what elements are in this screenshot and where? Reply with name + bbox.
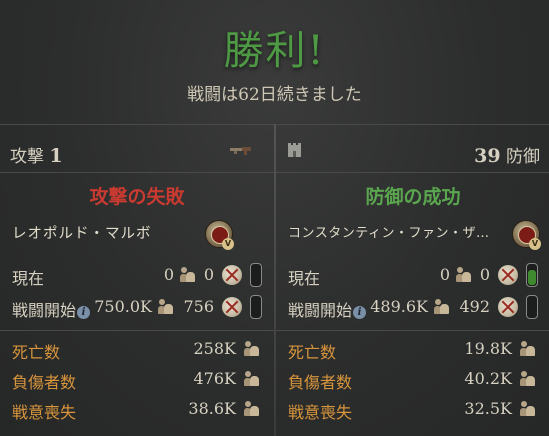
current-label: 現在 xyxy=(288,269,321,288)
defender-header-divider xyxy=(276,172,549,173)
attacker-side-label: 攻撃 xyxy=(10,147,44,167)
defender-current-casualties: 0 xyxy=(479,265,490,284)
info-icon[interactable]: i xyxy=(353,306,367,319)
attacker-start-troops: 750.0K xyxy=(94,297,152,316)
current-label: 現在 xyxy=(12,269,45,288)
battle-start-label: 戦闘開始 xyxy=(12,301,77,320)
stat-value: 40.2K xyxy=(464,369,512,388)
attacker-outcome: 攻撃の失敗 xyxy=(89,186,185,208)
casualties-icon xyxy=(498,297,518,317)
attacker-panel: 攻撃 1 攻撃の失敗 レオポルド・マルボ V 現在 0 0 戦闘開始 i 750… xyxy=(0,124,274,436)
casualties-icon xyxy=(222,297,242,317)
troops-icon xyxy=(244,341,260,357)
defender-start-row: 戦闘開始 i 489.6K 492 xyxy=(288,294,540,320)
commander-rank-badge: V xyxy=(222,238,234,250)
attacker-stat-demoralized: 戦意喪失 38.6K xyxy=(12,396,264,422)
defender-panel: 39 防御 防御の成功 コンスタンティン・ファン・ザ… V 現在 0 0 戦闘開… xyxy=(276,124,549,436)
troops-icon xyxy=(520,401,536,417)
defender-side-count: 39 xyxy=(474,145,501,167)
morale-fill xyxy=(528,269,536,285)
attacker-stats-divider xyxy=(0,330,274,331)
stat-label: 死亡数 xyxy=(288,343,337,362)
casualties-icon xyxy=(222,265,242,285)
stat-value: 19.8K xyxy=(464,339,512,358)
defender-current-troops: 0 xyxy=(439,265,450,284)
attacker-stat-dead: 死亡数 258K xyxy=(12,336,264,362)
stat-value: 258K xyxy=(193,339,237,358)
troops-icon xyxy=(520,371,536,387)
defender-side-header: 39 防御 xyxy=(286,138,540,167)
troops-icon xyxy=(244,401,260,417)
defender-current-morale-bar xyxy=(526,263,538,287)
stat-value: 32.5K xyxy=(464,399,512,418)
attacker-side-header: 攻撃 1 xyxy=(10,138,264,167)
troops-icon xyxy=(244,371,260,387)
troops-icon xyxy=(158,299,174,315)
defender-current-row: 現在 0 0 xyxy=(288,262,540,288)
stat-label: 死亡数 xyxy=(12,343,61,362)
stat-label: 戦意喪失 xyxy=(288,403,353,422)
attacker-current-morale-bar xyxy=(250,263,262,287)
stat-value: 476K xyxy=(193,369,237,388)
attacker-start-morale-bar xyxy=(250,295,262,319)
defender-commander-name[interactable]: コンスタンティン・ファン・ザ… xyxy=(288,222,489,241)
attacker-current-casualties: 0 xyxy=(203,265,214,284)
fortification-icon xyxy=(288,143,301,157)
defender-stat-wounded: 負傷者数 40.2K xyxy=(288,366,540,392)
troops-icon xyxy=(434,299,450,315)
attacker-header-divider xyxy=(0,172,274,173)
defender-outcome: 防御の成功 xyxy=(365,186,461,208)
defender-start-morale-bar xyxy=(526,295,538,319)
battle-duration-text: 戦闘は62日続きました xyxy=(187,85,362,105)
attacker-start-row: 戦闘開始 i 750.0K 756 xyxy=(12,294,264,320)
attacker-side-count: 1 xyxy=(49,145,63,167)
battle-result-window: 勝利! 戦闘は62日続きました 攻撃 1 攻撃の失敗 レオポルド・マルボ V 現… xyxy=(0,0,549,436)
defender-side-label: 防御 xyxy=(506,147,540,167)
attacker-stat-wounded: 負傷者数 476K xyxy=(12,366,264,392)
rifle-icon xyxy=(230,147,251,155)
troops-icon xyxy=(456,267,472,283)
attacker-commander-name[interactable]: レオポルド・マルボ xyxy=(12,222,152,243)
battle-header: 勝利! 戦闘は62日続きました xyxy=(0,0,549,124)
defender-stats-divider xyxy=(276,330,549,331)
defender-start-casualties: 492 xyxy=(459,297,490,316)
attacker-commander-portrait[interactable]: V xyxy=(205,220,234,250)
defender-commander-portrait[interactable]: V xyxy=(512,220,541,250)
stat-label: 負傷者数 xyxy=(288,373,353,392)
defender-stat-demoralized: 戦意喪失 32.5K xyxy=(288,396,540,422)
attacker-current-troops: 0 xyxy=(163,265,174,284)
troops-icon xyxy=(180,267,196,283)
casualties-icon xyxy=(498,265,518,285)
battle-result-title: 勝利! xyxy=(223,28,326,74)
stat-label: 戦意喪失 xyxy=(12,403,77,422)
troops-icon xyxy=(520,341,536,357)
stat-value: 38.6K xyxy=(188,399,236,418)
attacker-start-casualties: 756 xyxy=(183,297,214,316)
defender-start-troops: 489.6K xyxy=(370,297,428,316)
stat-label: 負傷者数 xyxy=(12,373,77,392)
info-icon[interactable]: i xyxy=(77,306,91,319)
battle-start-label: 戦闘開始 xyxy=(288,301,353,320)
attacker-current-row: 現在 0 0 xyxy=(12,262,264,288)
commander-rank-badge: V xyxy=(529,238,541,250)
defender-stat-dead: 死亡数 19.8K xyxy=(288,336,540,362)
